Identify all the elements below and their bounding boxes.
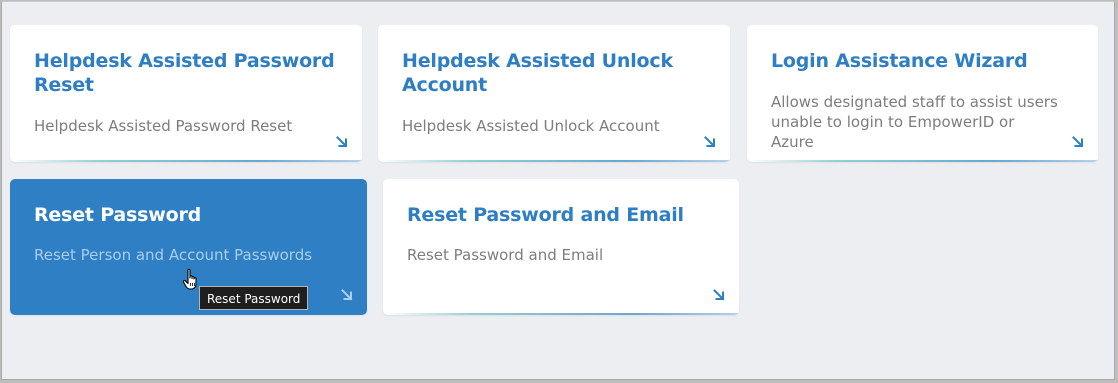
card-description: Helpdesk Assisted Password Reset bbox=[34, 117, 293, 135]
arrow-down-right-icon bbox=[341, 289, 353, 301]
arrow-down-right-icon bbox=[704, 136, 716, 148]
hand-pointer-cursor-icon bbox=[182, 268, 197, 290]
card-description: Allows designated staff to assist users … bbox=[771, 93, 1058, 151]
card-description: Reset Person and Account Passwords bbox=[34, 246, 313, 264]
card-title: Login Assistance Wizard bbox=[771, 50, 1028, 72]
card-description: Helpdesk Assisted Unlock Account bbox=[402, 117, 660, 135]
arrow-down-right-icon bbox=[1072, 136, 1084, 148]
workflow-grid: Helpdesk Assisted Password Reset Helpdes… bbox=[1, 1, 1115, 380]
arrow-down-right-icon bbox=[336, 136, 348, 148]
card-login-assistance-wizard[interactable]: Login Assistance Wizard Allows designate… bbox=[747, 25, 1098, 162]
card-helpdesk-assisted-password-reset[interactable]: Helpdesk Assisted Password Reset Helpdes… bbox=[10, 25, 362, 162]
arrow-down-right-icon bbox=[713, 289, 725, 301]
card-title: Helpdesk Assisted Unlock Account bbox=[402, 50, 673, 96]
card-title: Reset Password bbox=[34, 204, 202, 226]
card-title: Reset Password and Email bbox=[407, 204, 684, 226]
card-title: Helpdesk Assisted Password Reset bbox=[34, 50, 335, 96]
card-description: Reset Password and Email bbox=[407, 246, 604, 264]
card-reset-password[interactable]: Reset Password Reset Person and Account … bbox=[10, 179, 367, 315]
card-reset-password-and-email[interactable]: Reset Password and Email Reset Password … bbox=[383, 179, 739, 315]
tooltip: Reset Password bbox=[199, 286, 309, 310]
card-helpdesk-assisted-unlock-account[interactable]: Helpdesk Assisted Unlock Account Helpdes… bbox=[378, 25, 730, 162]
